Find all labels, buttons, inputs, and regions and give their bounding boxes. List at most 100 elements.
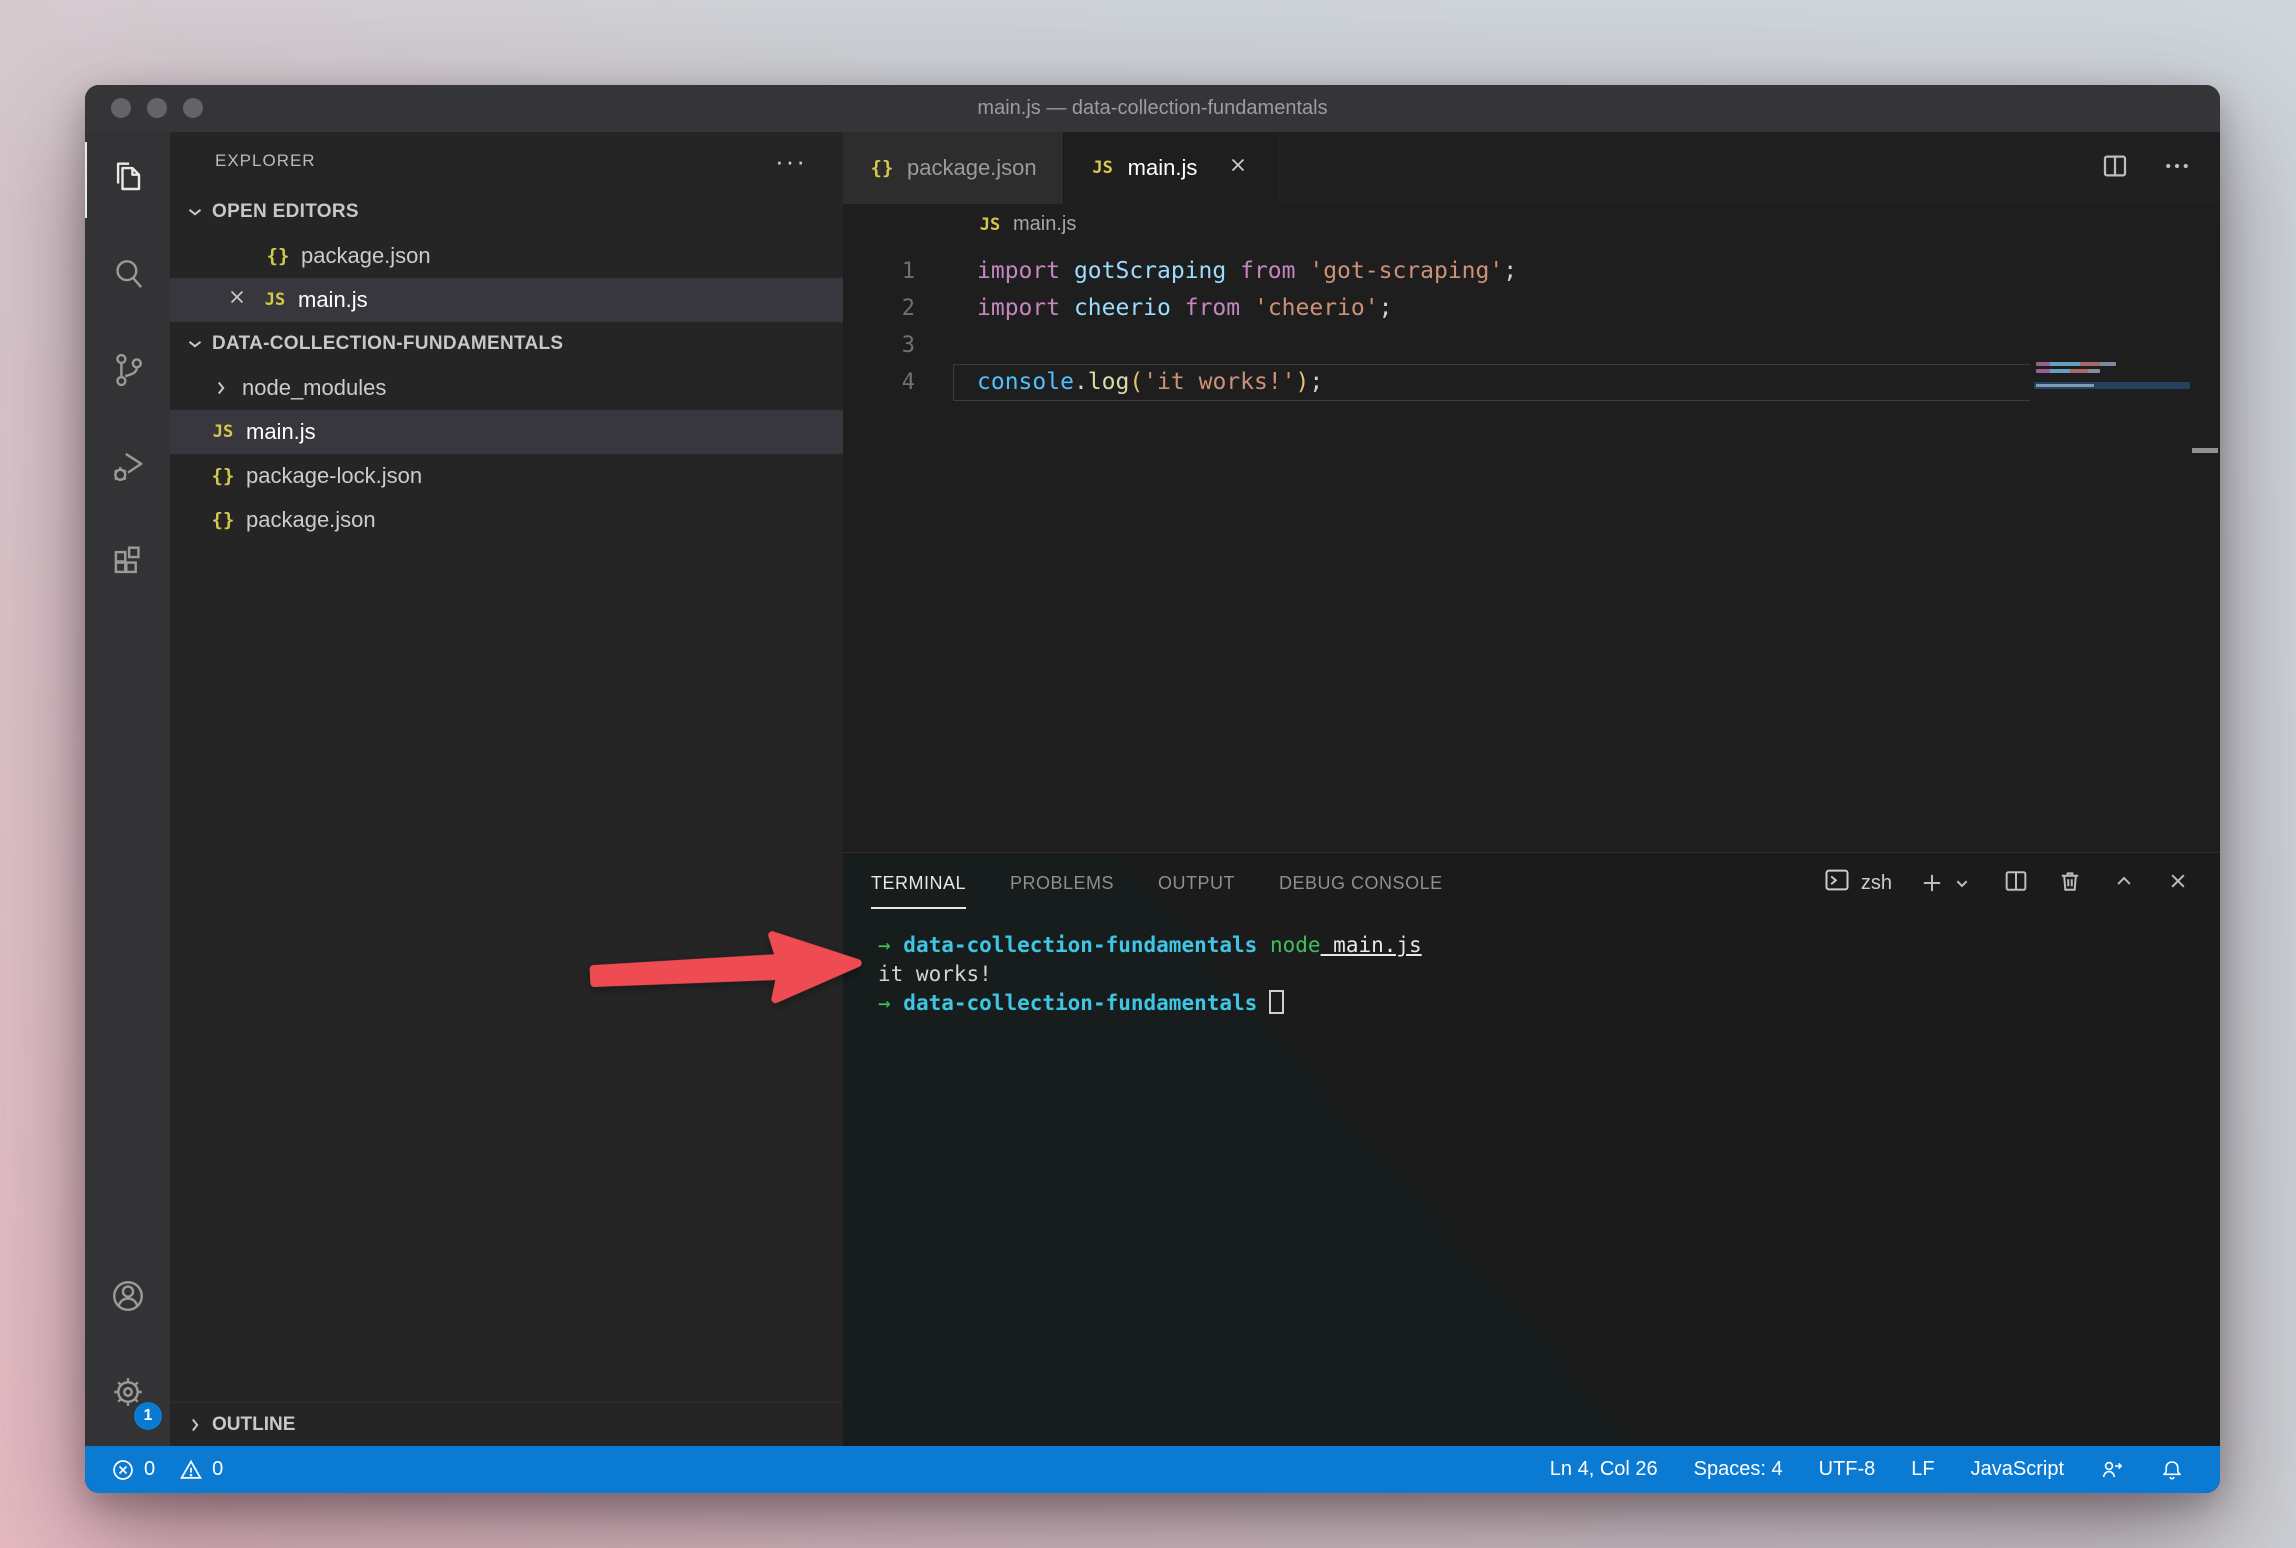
line-number: 2 <box>843 290 915 327</box>
code-editor[interactable]: 1import gotScraping from 'got-scraping';… <box>843 245 2220 852</box>
activity-bar: 1 <box>85 132 170 1446</box>
outline-label: OUTLINE <box>212 1414 295 1436</box>
feedback-icon[interactable] <box>2100 1458 2124 1482</box>
activity-bar-item-search[interactable] <box>85 228 170 324</box>
kill-terminal-icon[interactable] <box>2056 867 2084 900</box>
explorer-icon <box>106 156 150 205</box>
activity-bar-item-settings[interactable]: 1 <box>85 1346 170 1442</box>
file-label: main.js <box>246 419 316 445</box>
account-icon <box>106 1274 150 1323</box>
tree-item-main.js[interactable]: JS main.js <box>170 410 843 454</box>
status-item[interactable]: LF <box>1911 1458 1934 1481</box>
file-label: package.json <box>246 507 376 533</box>
terminal-panel: TERMINAL PROBLEMS OUTPUT DEBUG CONSOLE zsh <box>843 852 2220 1446</box>
close-window-button[interactable] <box>111 98 131 118</box>
panel-tab-problems[interactable]: PROBLEMS <box>1010 853 1114 913</box>
activity-bar-item-run-debug[interactable] <box>85 420 170 516</box>
terminal-cursor <box>1269 990 1284 1014</box>
activity-bar-item-explorer[interactable] <box>85 132 170 228</box>
terminal-launch-icon <box>1823 866 1851 900</box>
problems-status[interactable]: 0 0 <box>111 1458 223 1482</box>
breadcrumb[interactable]: JS main.js <box>843 204 2220 245</box>
source-control-icon <box>106 348 150 397</box>
code-line-1: 1import gotScraping from 'got-scraping'; <box>843 253 2220 290</box>
file-label: main.js <box>298 287 368 313</box>
code-text: console.log('it works!'); <box>977 369 1323 395</box>
sidebar-title: EXPLORER <box>215 151 316 171</box>
minimap[interactable] <box>2034 360 2190 480</box>
js-file-icon: JS <box>210 422 236 442</box>
status-item[interactable]: Ln 4, Col 26 <box>1550 1458 1658 1481</box>
file-label: node_modules <box>242 375 386 401</box>
editor-tab-package.json[interactable]: {} package.json <box>843 132 1064 204</box>
tab-label: package.json <box>907 155 1037 181</box>
status-bar: 0 0 Ln 4, Col 26 Spaces: 4 UTF-8 LF JavaScri… <box>85 1446 2220 1493</box>
panel-tab-debug-console[interactable]: DEBUG CONSOLE <box>1279 853 1443 913</box>
chevron-down-icon <box>184 333 206 355</box>
editor-tab-strip: {} package.json JSmain.js <box>843 132 2220 204</box>
maximize-window-button[interactable] <box>183 98 203 118</box>
panel-tab-output[interactable]: OUTPUT <box>1158 853 1235 913</box>
terminal-shell-selector[interactable]: zsh <box>1823 866 1892 900</box>
line-number: 3 <box>843 327 915 364</box>
activity-bar-item-source-control[interactable] <box>85 324 170 420</box>
status-item[interactable]: UTF-8 <box>1819 1458 1876 1481</box>
status-item[interactable]: Spaces: 4 <box>1694 1458 1783 1481</box>
panel-tab-terminal[interactable]: TERMINAL <box>871 853 966 913</box>
tree-item-package.json[interactable]: {} package.json <box>170 498 843 542</box>
js-file-icon: JS <box>977 215 1003 235</box>
split-editor-icon[interactable] <box>2100 151 2130 186</box>
new-terminal-button[interactable] <box>1918 869 1976 897</box>
tree-item-node_modules[interactable]: node_modules <box>170 366 843 410</box>
scrollbar-cursor-mark <box>2192 448 2218 453</box>
chevron-right-icon <box>210 377 232 399</box>
json-file-icon: {} <box>210 509 236 531</box>
activity-bar-item-extensions[interactable] <box>85 516 170 612</box>
code-line-4: 4 console.log('it works!'); <box>843 364 2220 401</box>
settings-badge: 1 <box>134 1402 162 1430</box>
errors-count: 0 <box>144 1458 155 1481</box>
tree-item-package-lock.json[interactable]: {} package-lock.json <box>170 454 843 498</box>
line-number: 4 <box>843 364 915 401</box>
code-line-2: 2import cheerio from 'cheerio'; <box>843 290 2220 327</box>
open-editors-label: OPEN EDITORS <box>212 201 359 223</box>
open-editor-item-main.js[interactable]: JS main.js <box>170 278 843 322</box>
line-number: 1 <box>843 253 915 290</box>
close-tab-icon[interactable] <box>1227 154 1249 182</box>
open-editors-section-header[interactable]: OPEN EDITORS <box>170 190 843 234</box>
maximize-panel-icon[interactable] <box>2110 867 2138 900</box>
close-panel-icon[interactable] <box>2164 867 2192 900</box>
terminal-output[interactable]: → data-collection-fundamentals node main… <box>843 913 2220 1018</box>
launch-profile-chevron-icon <box>1948 869 1976 897</box>
vscode-window: main.js — data-collection-fundamentals 1… <box>85 85 2220 1493</box>
warnings-icon <box>179 1458 203 1482</box>
outline-section-header[interactable]: OUTLINE <box>170 1402 843 1446</box>
split-terminal-icon[interactable] <box>2002 867 2030 900</box>
js-file-icon: JS <box>262 290 288 310</box>
more-actions-icon[interactable] <box>2162 151 2192 186</box>
json-file-icon: {} <box>869 157 895 179</box>
json-file-icon: {} <box>265 245 291 267</box>
open-editor-item-package.json[interactable]: {}package.json <box>170 234 843 278</box>
warnings-count: 0 <box>212 1458 223 1481</box>
close-icon[interactable] <box>226 286 248 314</box>
json-file-icon: {} <box>210 465 236 487</box>
run-debug-icon <box>106 444 150 493</box>
search-icon <box>106 252 150 301</box>
chevron-down-icon <box>184 201 206 223</box>
terminal-line: → data-collection-fundamentals node main… <box>878 931 2220 960</box>
workspace-folder-label: DATA-COLLECTION-FUNDAMENTALS <box>212 333 563 355</box>
sidebar-header: EXPLORER ··· <box>170 132 843 190</box>
desktop-background: main.js — data-collection-fundamentals 1… <box>0 0 2296 1548</box>
status-item[interactable]: JavaScript <box>1971 1458 2064 1481</box>
extensions-icon <box>106 540 150 589</box>
minimize-window-button[interactable] <box>147 98 167 118</box>
workspace-folder-header[interactable]: DATA-COLLECTION-FUNDAMENTALS <box>170 322 843 366</box>
editor-tab-main.js[interactable]: JSmain.js <box>1064 132 1277 204</box>
explorer-sidebar: EXPLORER ··· OPEN EDITORS {} package.json… <box>170 132 843 1446</box>
bell-icon[interactable] <box>2160 1458 2184 1482</box>
activity-bar-item-account[interactable] <box>85 1250 170 1346</box>
file-label: package-lock.json <box>246 463 422 489</box>
views-and-more-actions-icon[interactable]: ··· <box>775 146 807 177</box>
terminal-line: it works! <box>878 960 2220 989</box>
